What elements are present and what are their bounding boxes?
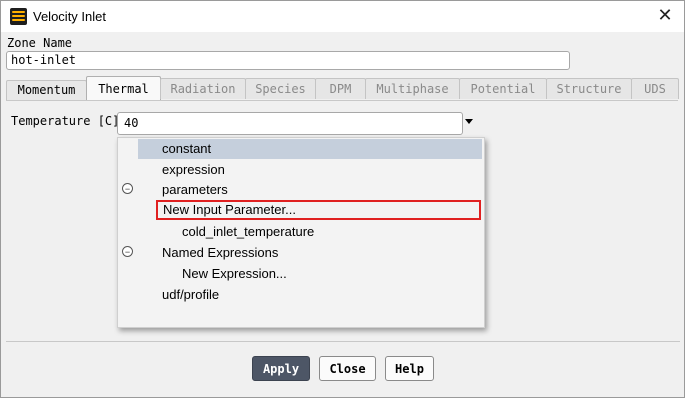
tab-structure: Structure <box>546 78 632 99</box>
tab-dpm: DPM <box>315 78 366 99</box>
menu-item-cold-inlet-temperature[interactable]: cold_inlet_temperature <box>182 222 314 242</box>
menu-item-new-expression[interactable]: New Expression... <box>182 264 287 284</box>
tab-potential: Potential <box>459 78 547 99</box>
velocity-inlet-dialog: Velocity Inlet ✕ Zone Name hot-inlet Mom… <box>0 0 685 398</box>
fluent-app-icon <box>10 8 27 25</box>
close-icon[interactable]: ✕ <box>653 5 677 27</box>
zone-name-label: Zone Name <box>7 36 73 50</box>
temperature-input[interactable]: 40 <box>117 112 463 135</box>
menu-group-parameters[interactable]: parameters <box>162 180 228 200</box>
help-button[interactable]: Help <box>385 356 434 381</box>
tab-multiphase: Multiphase <box>365 78 460 99</box>
menu-item-constant[interactable]: constant <box>138 139 482 159</box>
menu-item-new-input-parameter[interactable]: New Input Parameter... <box>156 200 481 220</box>
value-type-dropdown-menu: constant expression − parameters New Inp… <box>117 137 485 328</box>
button-separator <box>6 341 680 342</box>
tab-divider <box>6 100 678 101</box>
menu-item-expression[interactable]: expression <box>162 160 225 180</box>
tab-thermal[interactable]: Thermal <box>86 76 161 101</box>
menu-item-udf-profile[interactable]: udf/profile <box>162 285 219 305</box>
collapse-named-expressions-icon[interactable]: − <box>122 246 133 257</box>
collapse-parameters-icon[interactable]: − <box>122 183 133 194</box>
temperature-label: Temperature [C] <box>11 114 120 128</box>
tab-radiation: Radiation <box>160 78 246 99</box>
menu-group-named-expressions[interactable]: Named Expressions <box>162 243 278 263</box>
tab-uds: UDS <box>631 78 679 99</box>
chevron-down-icon[interactable] <box>465 119 473 124</box>
close-button[interactable]: Close <box>319 356 376 381</box>
title-bar[interactable]: Velocity Inlet ✕ <box>1 1 684 32</box>
zone-name-input[interactable]: hot-inlet <box>6 51 570 70</box>
window-title: Velocity Inlet <box>33 9 106 24</box>
tab-momentum[interactable]: Momentum <box>6 80 87 100</box>
tab-species: Species <box>245 78 316 99</box>
apply-button[interactable]: Apply <box>252 356 310 381</box>
